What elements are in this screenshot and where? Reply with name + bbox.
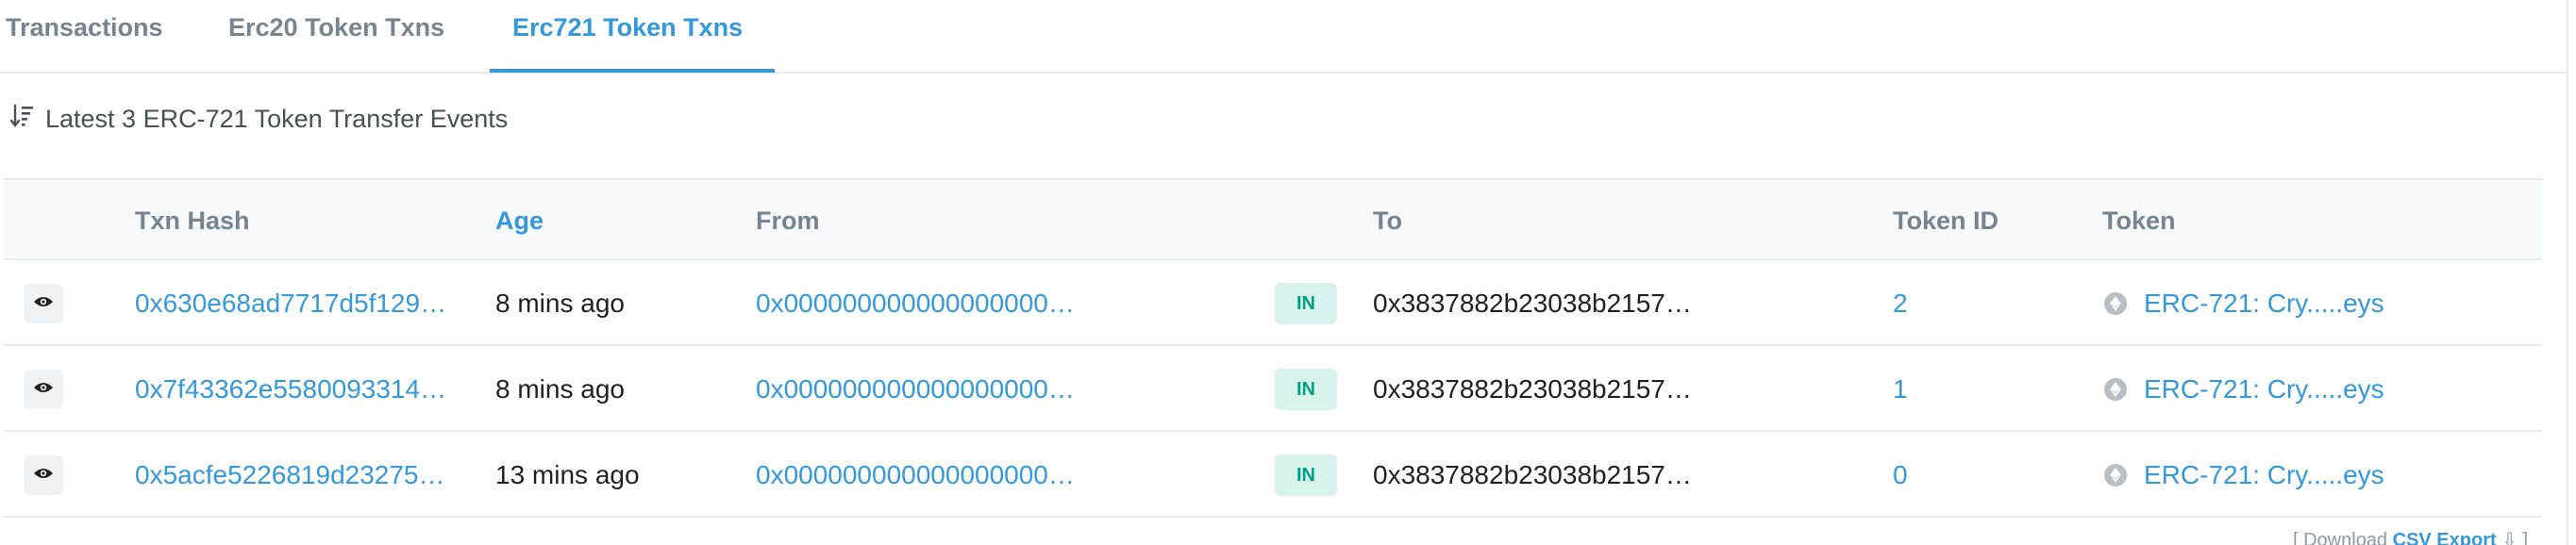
- token-id-link[interactable]: 2: [1893, 260, 1908, 346]
- download-icon: ⇩: [2496, 530, 2517, 545]
- transfers-table: Txn Hash Age From To Token ID Token 0x63…: [4, 178, 2542, 518]
- panel-border: [2567, 0, 2568, 545]
- direction-badge: IN: [1275, 283, 1337, 324]
- table-row: 0x5acfe5226819d23275… 13 mins ago 0x0000…: [4, 432, 2542, 518]
- column-header-token-id: Token ID: [1893, 206, 1999, 235]
- token-link[interactable]: ERC-721: Cry.....eys: [2104, 346, 2384, 432]
- table-row: 0x7f43362e5580093314… 8 mins ago 0x00000…: [4, 346, 2542, 432]
- from-address-link[interactable]: 0x000000000000000000…: [756, 346, 1075, 432]
- token-logo-icon: [2104, 377, 2127, 401]
- tab-bar: Transactions Erc20 Token Txns Erc721 Tok…: [0, 0, 2567, 74]
- sort-desc-icon: [9, 103, 45, 136]
- from-address-link[interactable]: 0x000000000000000000…: [756, 260, 1075, 346]
- token-id-link[interactable]: 1: [1893, 346, 1908, 432]
- eye-icon: [33, 381, 54, 399]
- token-logo-icon: [2104, 463, 2127, 487]
- token-name: ERC-721: Cry.....eys: [2144, 373, 2384, 404]
- to-address: 0x3837882b23038b2157…: [1373, 373, 1692, 404]
- direction-badge: IN: [1275, 369, 1337, 410]
- download-suffix: ]: [2517, 530, 2529, 545]
- column-header-age[interactable]: Age: [495, 206, 544, 236]
- txn-hash-link[interactable]: 0x5acfe5226819d23275…: [135, 432, 445, 518]
- column-header-to: To: [1373, 206, 1402, 235]
- download-csv: [ Download CSV Export ⇩ ]: [2293, 528, 2528, 545]
- token-logo-icon: [2104, 291, 2127, 315]
- active-tab-indicator: [490, 69, 775, 73]
- token-name: ERC-721: Cry.....eys: [2144, 288, 2384, 318]
- token-id-link[interactable]: 0: [1893, 432, 1908, 518]
- column-header-token: Token: [2102, 206, 2176, 235]
- token-link[interactable]: ERC-721: Cry.....eys: [2104, 260, 2384, 346]
- to-address: 0x3837882b23038b2157…: [1373, 288, 1692, 318]
- column-header-txn-hash: Txn Hash: [135, 206, 250, 235]
- age-value: 13 mins ago: [495, 459, 640, 489]
- tab-erc721-token-txns[interactable]: Erc721 Token Txns: [512, 13, 743, 42]
- token-link[interactable]: ERC-721: Cry.....eys: [2104, 432, 2384, 518]
- view-details-button[interactable]: [24, 370, 63, 409]
- view-details-button[interactable]: [24, 284, 63, 323]
- tab-erc20-token-txns[interactable]: Erc20 Token Txns: [228, 13, 444, 42]
- download-prefix: [ Download: [2293, 530, 2393, 545]
- view-details-button[interactable]: [24, 455, 63, 495]
- txn-hash-link[interactable]: 0x630e68ad7717d5f129…: [135, 260, 446, 346]
- from-address-link[interactable]: 0x000000000000000000…: [756, 432, 1075, 518]
- table-row: 0x630e68ad7717d5f129… 8 mins ago 0x00000…: [4, 260, 2542, 346]
- summary-line: Latest 3 ERC-721 Token Transfer Events: [9, 102, 508, 136]
- age-value: 8 mins ago: [495, 373, 625, 404]
- table-header: Txn Hash Age From To Token ID Token: [4, 178, 2542, 260]
- age-value: 8 mins ago: [495, 288, 625, 318]
- to-address: 0x3837882b23038b2157…: [1373, 459, 1692, 489]
- eye-icon: [33, 467, 54, 485]
- eye-icon: [33, 295, 54, 313]
- column-header-from: From: [756, 206, 820, 235]
- summary-text: Latest 3 ERC-721 Token Transfer Events: [45, 104, 509, 133]
- csv-export-link[interactable]: CSV Export: [2393, 530, 2497, 545]
- token-name: ERC-721: Cry.....eys: [2144, 459, 2384, 489]
- txn-hash-link[interactable]: 0x7f43362e5580093314…: [135, 346, 446, 432]
- direction-badge: IN: [1275, 454, 1337, 496]
- tab-transactions[interactable]: Transactions: [6, 13, 163, 42]
